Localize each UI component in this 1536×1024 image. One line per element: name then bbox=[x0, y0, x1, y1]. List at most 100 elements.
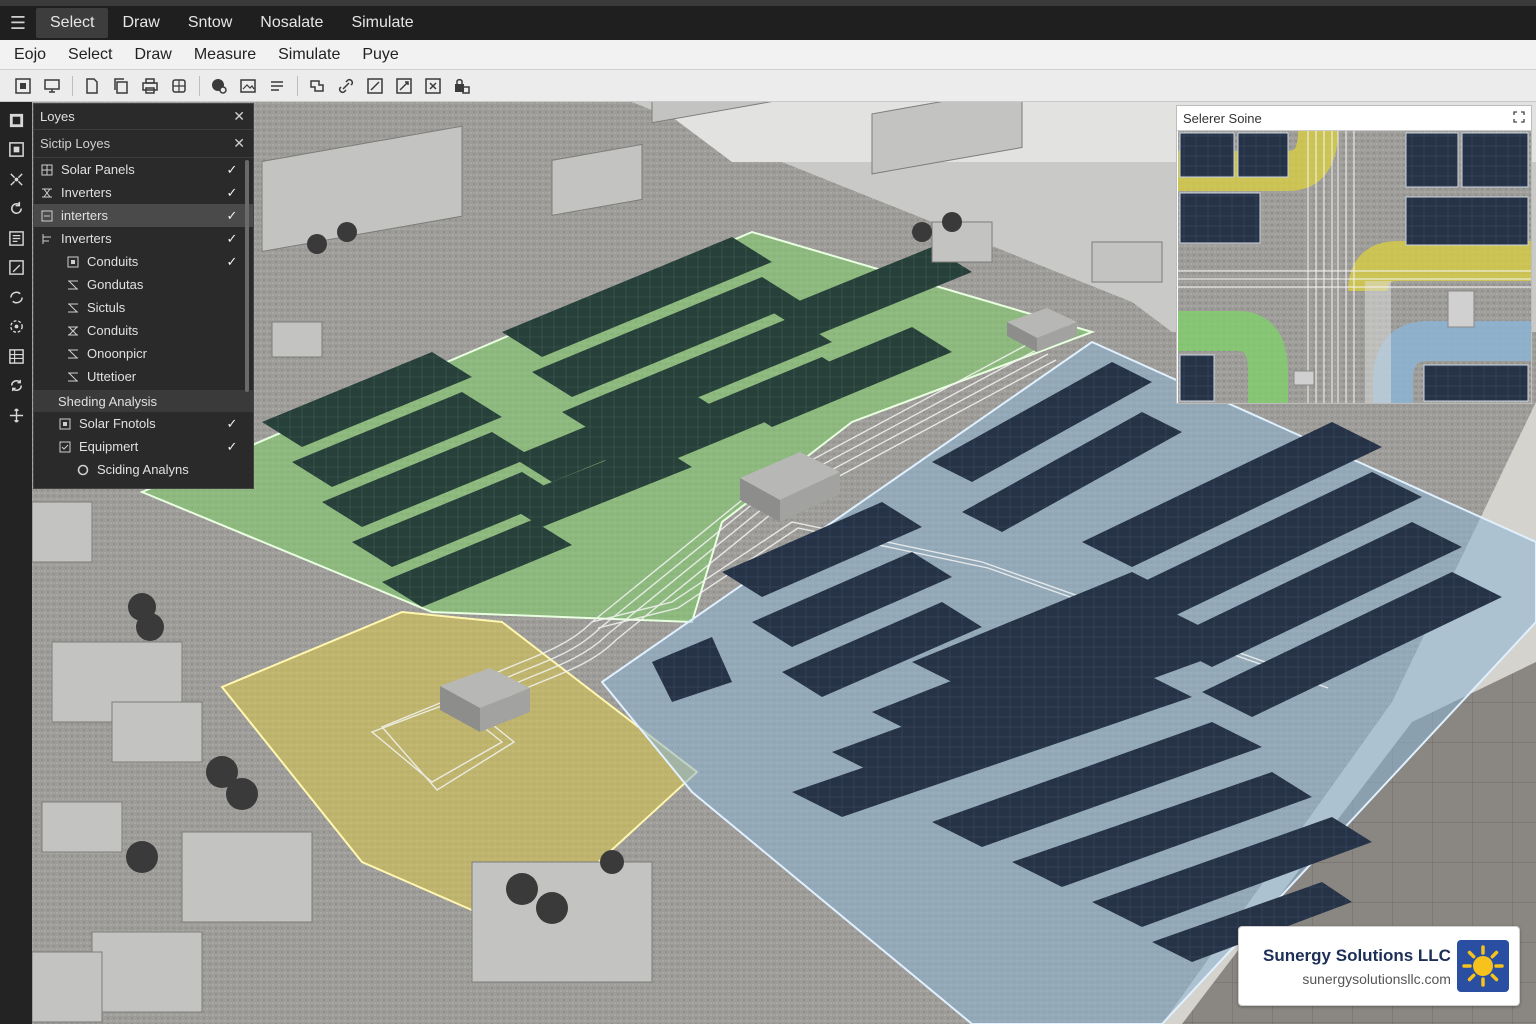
layers-panel-header: Loyes ✕ bbox=[34, 104, 253, 130]
monitor-icon[interactable] bbox=[41, 75, 63, 97]
layer-label: Equipmert bbox=[79, 439, 139, 454]
layers-panel-title: Loyes bbox=[40, 109, 75, 124]
layer-row[interactable]: Conduits bbox=[34, 319, 253, 342]
move-tool-icon[interactable] bbox=[4, 403, 28, 427]
list-icon[interactable] bbox=[266, 75, 288, 97]
hand-tool-icon[interactable] bbox=[306, 75, 328, 97]
link-icon[interactable] bbox=[335, 75, 357, 97]
mode-select[interactable]: Select bbox=[36, 8, 109, 38]
new-file-icon[interactable] bbox=[81, 75, 103, 97]
book-tool-icon[interactable] bbox=[4, 226, 28, 250]
layer-row[interactable]: Sictuls bbox=[34, 296, 253, 319]
brand-url[interactable]: sunergysolutionsllc.com bbox=[1302, 971, 1451, 987]
layer-row[interactable]: Inverters ✓ bbox=[34, 181, 253, 204]
layer-row[interactable]: Conduits ✓ bbox=[34, 250, 253, 273]
menu-draw[interactable]: Draw bbox=[124, 46, 183, 64]
layer-label: Inverters bbox=[61, 185, 112, 200]
layers-subtitle: Sictip Loyes bbox=[40, 136, 111, 151]
layer-label: Solar Fnotols bbox=[79, 416, 156, 431]
conduit-icon bbox=[66, 370, 80, 384]
layer-row-selected[interactable]: interters ✓ bbox=[34, 204, 253, 227]
close-icon[interactable]: ✕ bbox=[233, 108, 245, 125]
layers-subheader: Sictip Loyes ✕ bbox=[34, 130, 253, 158]
equipment-icon bbox=[58, 440, 72, 454]
layer-label: Uttetioer bbox=[87, 369, 137, 384]
layer-row[interactable]: Solar Panels ✓ bbox=[34, 158, 253, 181]
layer-row[interactable]: Gondutas bbox=[34, 273, 253, 296]
menu-measure[interactable]: Measure bbox=[183, 46, 267, 64]
view-tool-icon[interactable] bbox=[4, 108, 28, 132]
layer-label: Sictuls bbox=[87, 300, 126, 315]
solar-grid-icon bbox=[40, 163, 54, 177]
tree-icon bbox=[40, 232, 54, 246]
layer-label: Conduits bbox=[87, 254, 139, 269]
box-icon bbox=[58, 417, 72, 431]
inverter-icon bbox=[40, 209, 54, 223]
rotate-tool-icon[interactable] bbox=[4, 197, 28, 221]
menu-eojo[interactable]: Eojo bbox=[0, 46, 57, 64]
conduit-icon bbox=[66, 324, 80, 338]
layer-row[interactable]: Inverters ✓ bbox=[34, 227, 253, 250]
checkmark-icon[interactable]: ✓ bbox=[225, 208, 239, 224]
conduit-icon bbox=[66, 347, 80, 361]
toolbar-separator bbox=[72, 75, 73, 96]
menu-simulate[interactable]: Simulate bbox=[267, 46, 351, 64]
copy-icon[interactable] bbox=[110, 75, 132, 97]
brand-text: Sunergy Solutions LLC sunergysolutionsll… bbox=[1263, 946, 1451, 987]
checkmark-icon[interactable]: ✓ bbox=[225, 416, 239, 432]
brand-name: Sunergy Solutions LLC bbox=[1263, 945, 1451, 965]
layer-label: interters bbox=[61, 208, 108, 223]
minimap-header: Selerer Soine bbox=[1177, 106, 1531, 131]
pen-tool-icon[interactable] bbox=[4, 256, 28, 280]
expand-icon[interactable] bbox=[1513, 110, 1525, 126]
sun-logo-icon bbox=[1456, 940, 1509, 992]
lock-icon[interactable] bbox=[451, 75, 473, 97]
checkmark-icon[interactable]: ✓ bbox=[225, 254, 239, 270]
hamburger-menu-icon[interactable]: ☰ bbox=[0, 6, 36, 40]
frame-tool-icon[interactable] bbox=[4, 138, 28, 162]
layer-row[interactable]: Sciding Analyns bbox=[34, 458, 253, 481]
target-tool-icon[interactable] bbox=[4, 315, 28, 339]
section-label: Sheding Analysis bbox=[58, 393, 158, 409]
layer-label: Gondutas bbox=[87, 277, 144, 292]
node-tool-icon[interactable] bbox=[4, 167, 28, 191]
delete-icon[interactable] bbox=[422, 75, 444, 97]
brand-card: Sunergy Solutions LLC sunergysolutionsll… bbox=[1238, 926, 1520, 1006]
globe-search-icon[interactable] bbox=[208, 75, 230, 97]
close-icon[interactable]: ✕ bbox=[233, 135, 245, 152]
checkmark-icon[interactable]: ✓ bbox=[225, 231, 239, 247]
minimap-scene bbox=[1178, 131, 1531, 403]
layer-row[interactable]: Solar Fnotols ✓ bbox=[34, 412, 253, 435]
layer-row[interactable]: Equipmert ✓ bbox=[34, 435, 253, 458]
layers-scrollbar[interactable] bbox=[245, 160, 249, 392]
checkmark-icon[interactable]: ✓ bbox=[225, 185, 239, 201]
minimap-view[interactable] bbox=[1178, 131, 1531, 403]
mode-simulate[interactable]: Simulate bbox=[337, 8, 427, 38]
box-icon bbox=[66, 255, 80, 269]
menu-puye[interactable]: Puye bbox=[351, 46, 409, 64]
main-toolbar bbox=[0, 70, 1536, 102]
layers-panel: Loyes ✕ Sictip Loyes ✕ Solar Panels ✓ In… bbox=[33, 103, 254, 489]
layer-row[interactable]: Onoonpicr bbox=[34, 342, 253, 365]
checkmark-icon[interactable]: ✓ bbox=[225, 162, 239, 178]
layers-list: Solar Panels ✓ Inverters ✓ interters ✓ I… bbox=[34, 158, 253, 481]
menu-select[interactable]: Select bbox=[57, 46, 123, 64]
print-icon[interactable] bbox=[139, 75, 161, 97]
edit-icon[interactable] bbox=[364, 75, 386, 97]
layer-label: Onoonpicr bbox=[87, 346, 147, 361]
mode-nosalate[interactable]: Nosalate bbox=[246, 8, 337, 38]
orbit-tool-icon[interactable] bbox=[4, 285, 28, 309]
refresh-tool-icon[interactable] bbox=[4, 374, 28, 398]
checkmark-icon[interactable]: ✓ bbox=[225, 439, 239, 455]
layer-row[interactable]: Uttetioer bbox=[34, 365, 253, 388]
select-tool-icon[interactable] bbox=[12, 75, 34, 97]
conduit-icon bbox=[66, 301, 80, 315]
image-icon[interactable] bbox=[237, 75, 259, 97]
mode-draw[interactable]: Draw bbox=[108, 8, 173, 38]
measure-icon[interactable] bbox=[393, 75, 415, 97]
table-tool-icon[interactable] bbox=[4, 344, 28, 368]
layer-section-header[interactable]: Sheding Analysis bbox=[34, 390, 253, 412]
mode-sntow[interactable]: Sntow bbox=[174, 8, 246, 38]
top-mode-bar: ☰ Select Draw Sntow Nosalate Simulate bbox=[0, 0, 1536, 40]
layers-icon[interactable] bbox=[168, 75, 190, 97]
